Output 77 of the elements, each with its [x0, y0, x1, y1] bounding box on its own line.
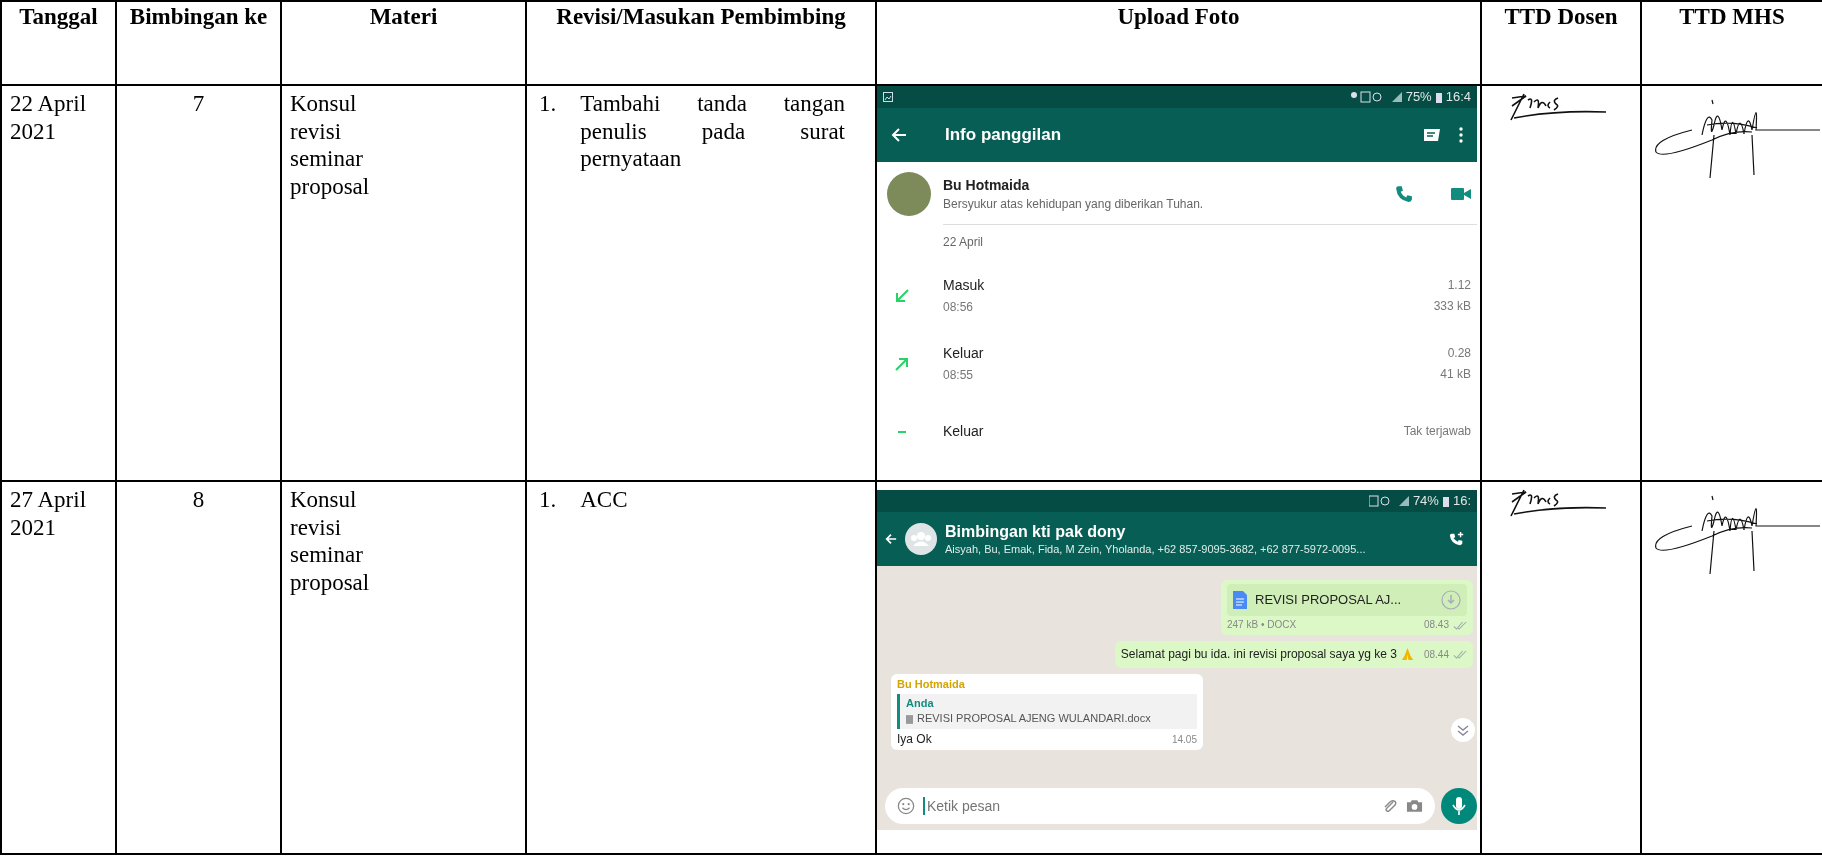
more-icon[interactable]: [1459, 127, 1463, 144]
message-text: Iya Ok: [897, 731, 932, 747]
column-header: Bimbingan ke: [116, 1, 281, 86]
sender-name: Bu Hotmaida: [897, 678, 966, 692]
double-check-icon: [1453, 650, 1467, 660]
list-number: 1.: [539, 90, 557, 119]
data-size: 41 kB: [1440, 366, 1471, 381]
column-header: Revisi/Masukan Pembimbing: [526, 1, 876, 86]
paperclip-icon[interactable]: [1382, 798, 1398, 815]
battery-icon: [1442, 495, 1449, 507]
document-icon: [906, 714, 913, 724]
column-header: Upload Foto: [876, 1, 1481, 86]
battery-icon: [1435, 91, 1442, 103]
incoming-message[interactable]: Bu Hotmaida Anda REVISI PROPOSAL AJENG WULANDARI.docx Iya Ok 14.05: [891, 674, 1203, 751]
data-size: 333 kB: [1433, 298, 1471, 313]
status-icons: [1368, 495, 1409, 508]
document-name: REVISI PROPOSAL AJ...: [1255, 592, 1403, 608]
message-icon[interactable]: [1423, 128, 1441, 143]
contact-photo: [887, 172, 931, 217]
document-icon: [1233, 591, 1247, 610]
video-camera-icon[interactable]: [1451, 188, 1471, 201]
double-check-icon: [1453, 620, 1467, 630]
arrow-down-left-icon: [895, 288, 909, 303]
document-message[interactable]: REVISI PROPOSAL AJ... 247 kB • DOCX 08.43: [1221, 580, 1473, 636]
revision-note: ACC: [580, 486, 628, 514]
document-meta: 247 kB • DOCX: [1227, 619, 1297, 632]
add-call-icon[interactable]: [1449, 531, 1465, 548]
list-number: 1.: [539, 486, 557, 514]
group-avatar-icon: [905, 523, 937, 556]
call-type: Keluar: [943, 345, 985, 362]
outgoing-message[interactable]: Selamat pagi bu ida. ini revisi proposal saya yg ke 3 08.44: [1114, 641, 1473, 669]
group-name: Bimbingan kti pak dony: [945, 521, 1127, 542]
clock-time: 16:4: [1445, 89, 1471, 105]
message-time: 08.44: [1423, 648, 1449, 661]
message-time: 14.05: [1171, 734, 1197, 747]
call-duration: 1.12: [1447, 278, 1471, 293]
call-time: 08:55: [943, 367, 975, 383]
call-status: Tak terjawab: [1403, 424, 1471, 439]
quote-author: Anda: [906, 697, 935, 711]
call-type: Keluar: [943, 423, 985, 440]
message-field[interactable]: Ketik pesan: [885, 788, 1435, 825]
call-duration: 0.28: [1447, 346, 1471, 361]
emoji-icon[interactable]: [897, 797, 915, 816]
call-type: Masuk: [943, 277, 986, 294]
microphone-button[interactable]: [1441, 788, 1477, 825]
revision-note: Tambahi tanda tangan penulis pada surat pernyataan: [580, 90, 845, 173]
battery-percent: 75%: [1405, 89, 1432, 105]
back-icon[interactable]: [891, 127, 907, 144]
contact-name: Bu Hotmaida: [943, 177, 1031, 194]
column-header: TTD Dosen: [1481, 1, 1641, 86]
clock-time: 16:: [1452, 493, 1471, 509]
back-icon[interactable]: [885, 533, 897, 546]
message-time: 08.43: [1423, 619, 1449, 632]
column-header: Tanggal: [1, 1, 116, 86]
quote-text: REVISI PROPOSAL AJENG WULANDARI.docx: [917, 712, 1151, 726]
call-time: 08:56: [943, 299, 975, 315]
contact-status: Bersyukur atas kehidupan yang diberikan Tuhan.: [943, 196, 1205, 212]
topic-text: Konsul revisi seminar proposal: [290, 486, 371, 597]
topic-text: Konsul revisi seminar proposal: [290, 90, 371, 201]
date-text: 27 April 2021: [10, 487, 87, 540]
date-heading: 22 April: [942, 234, 985, 252]
screen-title: Info panggilan: [945, 125, 1063, 146]
session-number: 8: [192, 487, 205, 513]
dash-icon: [895, 429, 909, 434]
session-number: 7: [192, 91, 205, 117]
camera-icon[interactable]: [1406, 799, 1423, 814]
column-header: Materi: [281, 1, 526, 86]
gallery-icon: [883, 92, 893, 103]
group-members: Aisyah, Bu, Emak, Fida, M Zein, Yholanda, +62 857-9095-3682, +62 877-5972-0095...: [945, 543, 1367, 557]
message-text: Selamat pagi bu ida. ini revisi proposal saya yg ke 3: [1120, 647, 1397, 662]
phone-icon[interactable]: [1395, 185, 1413, 204]
column-header: TTD MHS: [1641, 1, 1822, 86]
status-icons: [1349, 91, 1402, 104]
scroll-down-icon[interactable]: [1451, 718, 1475, 743]
date-text: 22 April 2021: [10, 91, 87, 144]
arrow-up-right-icon: [895, 356, 909, 371]
battery-percent: 74%: [1412, 493, 1439, 509]
